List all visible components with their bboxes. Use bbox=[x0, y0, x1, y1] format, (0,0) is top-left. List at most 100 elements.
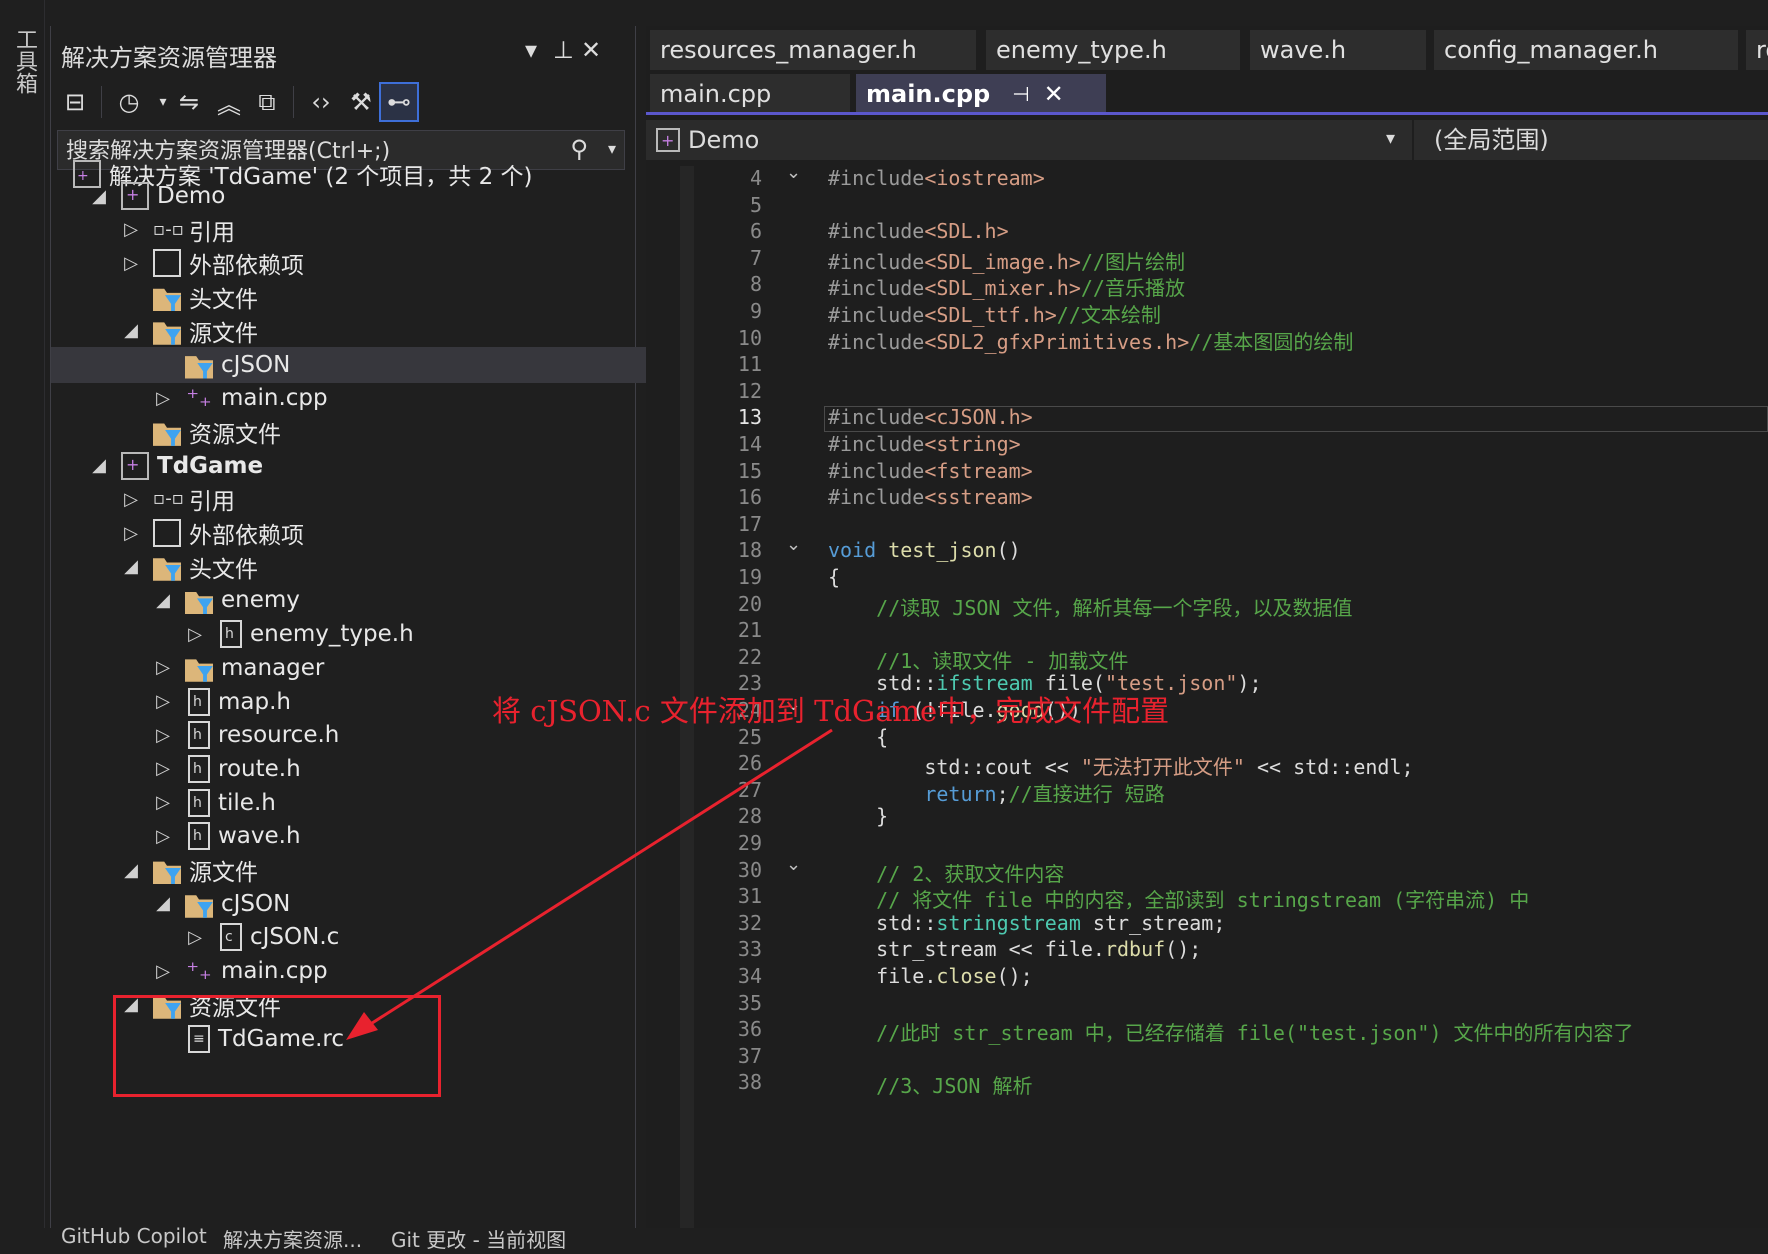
collapse-arrow-icon[interactable]: ◢ bbox=[121, 556, 141, 577]
tree-item[interactable]: ◢ + TdGame bbox=[89, 448, 263, 484]
code-line[interactable]: } bbox=[828, 804, 888, 828]
code-line[interactable]: #include<SDL_ttf.h>//文本绘制 bbox=[828, 299, 1161, 328]
project-dropdown-icon[interactable]: ▾ bbox=[1386, 128, 1395, 149]
tab-solution-explorer[interactable]: 解决方案资源... bbox=[223, 1224, 362, 1253]
tree-item[interactable]: ◢ 源文件 bbox=[121, 313, 258, 349]
tree-item[interactable]: ▷ ▫-▫ 引用 bbox=[121, 212, 235, 248]
code-line[interactable]: std::cout << "无法打开此文件" << std::endl; bbox=[828, 751, 1413, 780]
code-line[interactable]: str_stream << file.rdbuf(); bbox=[828, 937, 1201, 961]
fold-toggle-icon[interactable]: ⌄ bbox=[786, 534, 801, 555]
collapse-arrow-icon[interactable]: ◢ bbox=[153, 590, 173, 611]
pin-icon[interactable]: ⊥ bbox=[553, 36, 574, 64]
properties-wrench-icon[interactable]: ⚒ bbox=[341, 82, 381, 122]
search-icon[interactable]: ⚲ bbox=[570, 135, 588, 163]
code-line[interactable]: { bbox=[828, 565, 840, 589]
tree-item[interactable]: cJSON bbox=[51, 346, 737, 383]
code-line[interactable]: //1、读取文件 - 加载文件 bbox=[828, 645, 1128, 674]
expand-arrow-icon[interactable]: ▷ bbox=[153, 725, 173, 746]
code-line[interactable]: std::stringstream str_stream; bbox=[828, 911, 1225, 935]
expand-arrow-icon[interactable]: ▷ bbox=[153, 826, 173, 847]
show-all-files-icon[interactable]: ⧉ bbox=[247, 82, 287, 122]
code-line[interactable]: // 将文件 file 中的内容，全部读到 stringstream (字符串流… bbox=[828, 884, 1529, 913]
code-line[interactable]: //3、JSON 解析 bbox=[828, 1070, 1032, 1099]
collapse-arrow-icon[interactable]: ◢ bbox=[89, 455, 109, 476]
collapse-arrow-icon[interactable]: ◢ bbox=[153, 893, 173, 914]
sync-with-document-icon[interactable]: ⇋ bbox=[169, 82, 209, 122]
code-line[interactable]: #include<cJSON.h> bbox=[828, 405, 1033, 429]
window-position-dropdown-icon[interactable]: ▾ bbox=[525, 36, 537, 64]
expand-arrow-icon[interactable]: ▷ bbox=[185, 624, 205, 645]
toolbox-label[interactable]: 工具箱 bbox=[8, 28, 40, 94]
tree-item[interactable]: ▷ ⁺₊ main.cpp bbox=[153, 380, 328, 416]
code-line[interactable]: #include<SDL_mixer.h>//音乐播放 bbox=[828, 272, 1185, 301]
tree-item[interactable]: ▷ h enemy_type.h bbox=[185, 616, 414, 652]
search-options-dropdown-icon[interactable]: ▾ bbox=[608, 139, 616, 158]
tree-item[interactable]: ▷ 外部依赖项 bbox=[121, 245, 304, 281]
tab-wave-h[interactable]: wave.h bbox=[1250, 30, 1426, 70]
tree-item[interactable]: ◢ cJSON bbox=[153, 886, 290, 922]
expand-arrow-icon[interactable]: ▷ bbox=[121, 253, 141, 274]
expand-arrow-icon[interactable]: ▷ bbox=[185, 927, 205, 948]
tree-item[interactable]: ◢ enemy bbox=[153, 582, 300, 618]
collapse-all-icon[interactable]: ︽ bbox=[209, 82, 249, 122]
tab-resources-manager-h[interactable]: resources_manager.h bbox=[650, 30, 976, 70]
tab-git-changes[interactable]: Git 更改 - 当前视图 bbox=[391, 1224, 566, 1253]
code-line[interactable]: #include<SDL2_gfxPrimitives.h>//基本图圆的绘制 bbox=[828, 326, 1353, 355]
code-line[interactable]: file.close(); bbox=[828, 964, 1033, 988]
expand-arrow-icon[interactable]: ▷ bbox=[121, 489, 141, 510]
view-code-icon[interactable]: ‹› bbox=[301, 82, 341, 122]
expand-arrow-icon[interactable]: ▷ bbox=[153, 758, 173, 779]
code-line[interactable]: return;//直接进行 短路 bbox=[828, 778, 1164, 807]
tree-item[interactable]: 头文件 bbox=[121, 279, 258, 315]
tab-enemy-type-h[interactable]: enemy_type.h bbox=[986, 30, 1240, 70]
expand-arrow-icon[interactable]: ▷ bbox=[121, 523, 141, 544]
project-dropdown[interactable]: + Demo bbox=[656, 126, 759, 154]
tree-item[interactable]: ▷ 外部依赖项 bbox=[121, 515, 304, 551]
code-line[interactable]: //此时 str_stream 中，已经存储着 file("test.json"… bbox=[828, 1017, 1633, 1046]
expand-arrow-icon[interactable]: ▷ bbox=[153, 657, 173, 678]
tree-item[interactable]: ▷ h resource.h bbox=[153, 717, 339, 753]
tree-item[interactable]: ◢ 源文件 bbox=[121, 852, 258, 888]
tab-main-cpp-active[interactable]: main.cpp ⊣ ✕ bbox=[856, 74, 1106, 114]
tree-item[interactable]: ▷ h tile.h bbox=[153, 785, 276, 821]
tree-item[interactable]: ▷ manager bbox=[153, 650, 324, 686]
code-line[interactable]: #include<string> bbox=[828, 432, 1021, 456]
preview-selected-items-icon[interactable]: ⊷ bbox=[379, 82, 419, 122]
code-line[interactable]: #include<fstream> bbox=[828, 459, 1033, 483]
code-line[interactable]: #include<sstream> bbox=[828, 485, 1033, 509]
fold-toggle-icon[interactable]: ⌄ bbox=[786, 166, 801, 183]
expand-arrow-icon[interactable]: ▷ bbox=[153, 792, 173, 813]
code-line[interactable]: // 2、获取文件内容 bbox=[828, 858, 1064, 887]
tree-item[interactable]: ▷ ▫-▫ 引用 bbox=[121, 481, 235, 517]
tree-item[interactable]: ▷ h wave.h bbox=[153, 818, 301, 854]
tree-item[interactable]: ▷ h map.h bbox=[153, 684, 291, 720]
tab-overflow[interactable]: ro bbox=[1746, 30, 1768, 70]
tab-config-manager-h[interactable]: config_manager.h bbox=[1434, 30, 1738, 70]
tree-item[interactable]: ▷ ⁺₊ main.cpp bbox=[153, 953, 328, 989]
close-tab-icon[interactable]: ✕ bbox=[1044, 80, 1064, 108]
pin-tab-icon[interactable]: ⊣ bbox=[1012, 82, 1029, 106]
code-line[interactable]: void test_json() bbox=[828, 538, 1021, 562]
code-line[interactable]: //读取 JSON 文件，解析其每一个字段，以及数据值 bbox=[828, 592, 1352, 621]
expand-arrow-icon[interactable]: ▷ bbox=[153, 961, 173, 982]
expand-arrow-icon[interactable]: ▷ bbox=[121, 219, 141, 240]
scope-dropdown[interactable]: (全局范围) bbox=[1412, 120, 1768, 160]
expand-arrow-icon[interactable]: ▷ bbox=[153, 388, 173, 409]
close-icon[interactable]: ✕ bbox=[581, 36, 601, 64]
tree-item[interactable]: ▷ h route.h bbox=[153, 751, 301, 787]
switch-views-icon[interactable]: ⊟ bbox=[55, 82, 95, 122]
tree-item[interactable]: ◢ + Demo bbox=[89, 178, 225, 214]
tree-item[interactable]: ▷ c cJSON.c bbox=[185, 919, 339, 955]
toolbox-strip[interactable]: 工具箱 bbox=[0, 0, 45, 1228]
tab-main-cpp-demo[interactable]: main.cpp bbox=[650, 74, 850, 114]
fold-toggle-icon[interactable]: ⌄ bbox=[786, 854, 801, 875]
collapse-arrow-icon[interactable]: ◢ bbox=[89, 186, 109, 207]
tree-item[interactable]: ◢ 头文件 bbox=[121, 549, 258, 585]
code-line[interactable]: #include<iostream> bbox=[828, 166, 1045, 190]
collapse-arrow-icon[interactable]: ◢ bbox=[121, 860, 141, 881]
expand-arrow-icon[interactable]: ▷ bbox=[153, 691, 173, 712]
code-line[interactable]: #include<SDL.h> bbox=[828, 219, 1009, 243]
code-line[interactable]: #include<SDL_image.h>//图片绘制 bbox=[828, 246, 1185, 275]
tree-item[interactable]: 资源文件 bbox=[121, 414, 281, 450]
collapse-arrow-icon[interactable]: ◢ bbox=[121, 320, 141, 341]
